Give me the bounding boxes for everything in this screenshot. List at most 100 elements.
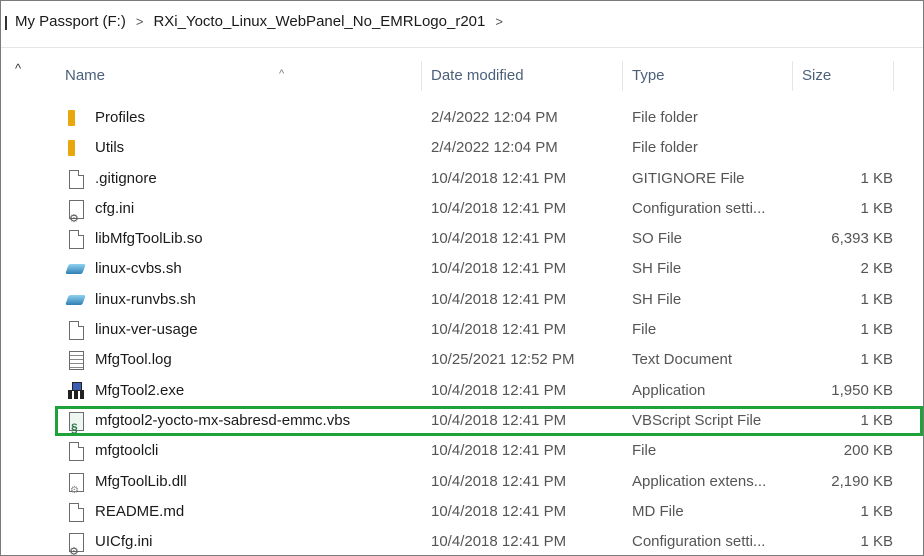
file-size: 1 KB [860, 199, 893, 217]
file-name-cell[interactable]: mfgtoolcli [65, 436, 420, 466]
file-row[interactable]: linux-cvbs.sh 10/4/2018 12:41 PM SH File 2 … [55, 254, 923, 284]
file-row[interactable]: MfgToolLib.dll 10/4/2018 12:41 PM Applicat… [55, 467, 923, 497]
file-size: 1 KB [860, 502, 893, 520]
column-header: Name ^ Date modified Type Size [55, 57, 923, 95]
file-size: 2 KB [860, 260, 893, 278]
file-date-modified: 10/4/2018 12:41 PM [431, 533, 567, 551]
column-header-type[interactable]: Type [622, 57, 792, 95]
file-name-cell[interactable]: MfgTool2.exe [65, 376, 420, 406]
application-icon [65, 380, 87, 402]
address-bar[interactable]: My Passport (F:) > RXi_Yocto_Linux_WebPa… [1, 1, 923, 48]
file-name: .gitignore [95, 169, 157, 187]
file-date-modified: 10/4/2018 12:41 PM [431, 199, 567, 217]
file-name-cell[interactable]: UICfg.ini [65, 527, 420, 555]
file-row[interactable]: .gitignore 10/4/2018 12:41 PM GITIGNORE Fi… [55, 164, 923, 194]
file-name-cell[interactable]: README.md [65, 497, 420, 527]
file-type: Configuration setti... [632, 533, 766, 551]
file-name-cell[interactable]: mfgtool2-yocto-mx-sabresd-emmc.vbs [65, 406, 420, 436]
breadcrumb-separator-icon[interactable]: > [495, 14, 503, 29]
file-row[interactable]: MfgTool.log 10/25/2021 12:52 PM Text Docum… [55, 345, 923, 375]
text-document-icon [65, 349, 87, 371]
file-row[interactable]: Utils 2/4/2022 12:04 PM File folder [55, 133, 923, 163]
file-size: 1 KB [860, 169, 893, 187]
file-size: 2,190 KB [831, 472, 893, 490]
file-row[interactable]: mfgtool2-yocto-mx-sabresd-emmc.vbs 10/4/2… [55, 405, 923, 437]
breadcrumb: My Passport (F:) > RXi_Yocto_Linux_WebPa… [15, 13, 513, 30]
file-type: MD File [632, 502, 684, 520]
file-date-modified: 10/4/2018 12:41 PM [431, 381, 567, 399]
settings-file-icon [65, 198, 87, 224]
folder-icon [65, 107, 87, 129]
file-row[interactable]: UICfg.ini 10/4/2018 12:41 PM Configuration… [55, 527, 923, 555]
file-name: Profiles [95, 109, 146, 126]
file-name-cell[interactable]: cfg.ini [65, 194, 420, 224]
file-row[interactable]: mfgtoolcli 10/4/2018 12:41 PM File 200 KB [55, 436, 923, 466]
file-row[interactable]: linux-runvbs.sh 10/4/2018 12:41 PM SH File… [55, 285, 923, 315]
breadcrumb-item-folder[interactable]: RXi_Yocto_Linux_WebPanel_No_EMRLogo_r201 [153, 13, 485, 30]
file-name: mfgtoolcli [95, 442, 159, 460]
breadcrumb-item-drive[interactable]: My Passport (F:) [15, 13, 126, 30]
column-header-name[interactable]: Name ^ [55, 57, 420, 95]
file-size: 6,393 KB [831, 230, 893, 248]
file-date-modified: 10/4/2018 12:41 PM [431, 260, 567, 278]
file-row[interactable]: Profiles 2/4/2022 12:04 PM File folder [55, 103, 923, 133]
file-date-modified: 10/4/2018 12:41 PM [431, 321, 567, 339]
file-name: linux-ver-usage [95, 321, 198, 339]
file-name: mfgtool2-yocto-mx-sabresd-emmc.vbs [95, 411, 351, 429]
file-name: cfg.ini [95, 199, 135, 217]
file-name-cell[interactable]: libMfgToolLib.so [65, 224, 420, 254]
file-name-cell[interactable]: linux-runvbs.sh [65, 285, 420, 315]
file-name: linux-cvbs.sh [95, 260, 182, 278]
file-date-modified: 2/4/2022 12:04 PM [431, 109, 558, 126]
file-name: Utils [95, 139, 125, 157]
breadcrumb-separator-icon[interactable]: > [136, 14, 144, 29]
settings-file-icon [65, 531, 87, 555]
file-size [795, 103, 893, 133]
file-row[interactable]: MfgTool2.exe 10/4/2018 12:41 PM Applicatio… [55, 376, 923, 406]
file-row[interactable]: linux-ver-usage 10/4/2018 12:41 PM File 1 K… [55, 315, 923, 345]
file-type: Application [632, 381, 706, 399]
file-name-cell[interactable]: linux-ver-usage [65, 315, 420, 345]
file-size: 1 KB [860, 290, 893, 308]
file-name: MfgToolLib.dll [95, 472, 187, 490]
file-type: Application extens... [632, 472, 767, 490]
shell-script-icon [65, 289, 87, 311]
shell-script-icon [65, 258, 87, 280]
file-date-modified: 2/4/2022 12:04 PM [431, 139, 558, 157]
file-list: Profiles 2/4/2022 12:04 PM File folder Util… [55, 103, 923, 555]
file-type: GITIGNORE File [632, 169, 745, 187]
column-header-date[interactable]: Date modified [421, 57, 621, 95]
file-size: 1,950 KB [831, 381, 893, 399]
file-row[interactable]: libMfgToolLib.so 10/4/2018 12:41 PM SO Fil… [55, 224, 923, 254]
dll-icon [65, 471, 87, 497]
file-name-cell[interactable]: .gitignore [65, 164, 420, 194]
file-date-modified: 10/4/2018 12:41 PM [431, 472, 567, 490]
column-header-name-label: Name [65, 67, 106, 84]
file-name: README.md [95, 502, 185, 520]
file-date-modified: 10/4/2018 12:41 PM [431, 230, 567, 248]
file-date-modified: 10/4/2018 12:41 PM [431, 290, 567, 308]
file-name-cell[interactable]: MfgToolLib.dll [65, 467, 420, 497]
file-name-cell[interactable]: Utils [65, 133, 420, 163]
file-type: SH File [632, 290, 682, 308]
file-name-cell[interactable]: Profiles [65, 103, 420, 133]
file-type: File [632, 442, 657, 460]
file-icon [65, 168, 87, 190]
file-date-modified: 10/25/2021 12:52 PM [431, 351, 575, 369]
file-name: MfgTool.log [95, 351, 172, 369]
address-bar-edge [5, 16, 7, 30]
file-row[interactable]: README.md 10/4/2018 12:41 PM MD File 1 KB [55, 497, 923, 527]
collapse-chevron-up-icon[interactable]: ^ [15, 61, 21, 76]
file-name: linux-runvbs.sh [95, 290, 196, 308]
sort-ascending-icon: ^ [279, 68, 285, 80]
column-header-size[interactable]: Size [792, 57, 892, 95]
file-size: 1 KB [860, 321, 893, 339]
file-type: File [632, 321, 657, 339]
file-row[interactable]: cfg.ini 10/4/2018 12:41 PM Configuration s… [55, 194, 923, 224]
file-name-cell[interactable]: MfgTool.log [65, 345, 420, 375]
vbscript-icon [65, 410, 87, 436]
file-icon [65, 319, 87, 341]
column-divider[interactable] [893, 61, 894, 91]
file-icon [65, 228, 87, 250]
file-name-cell[interactable]: linux-cvbs.sh [65, 254, 420, 284]
